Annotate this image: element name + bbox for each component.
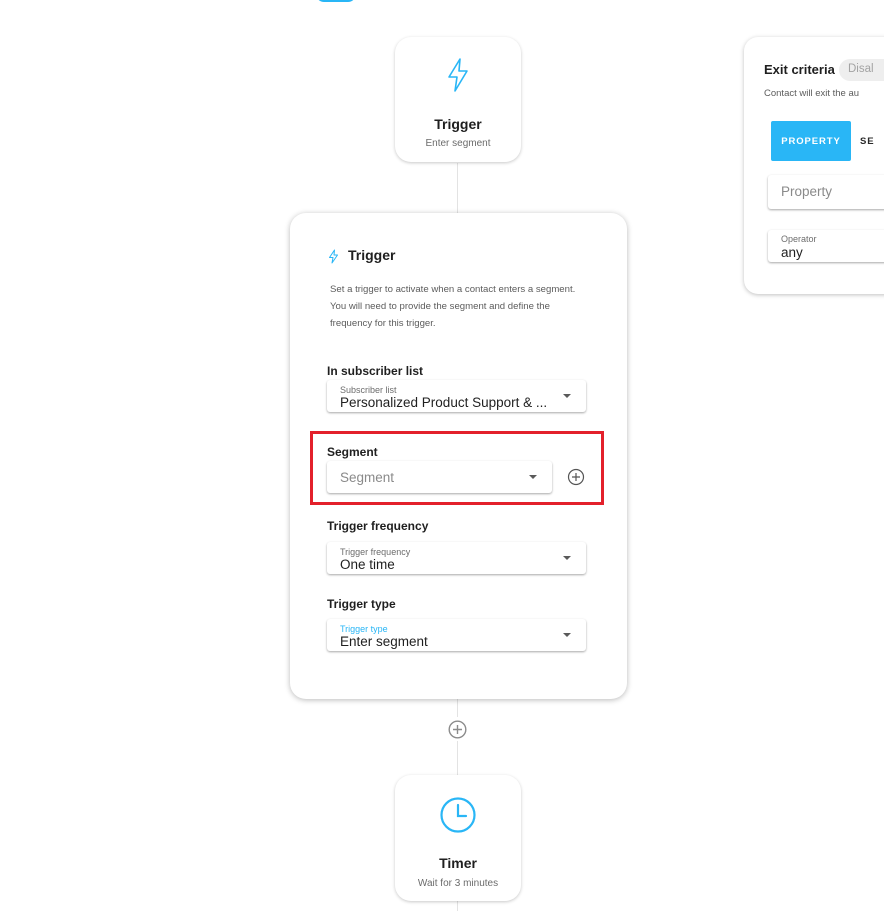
tab-property[interactable]: PROPERTY — [771, 121, 851, 161]
add-step-button[interactable] — [448, 720, 467, 744]
trigger-type-value: Enter segment — [340, 634, 428, 649]
status-badge-label: Disal — [848, 63, 874, 75]
trigger-type-section-label: Trigger type — [327, 597, 396, 611]
panel-title: Trigger — [348, 247, 396, 263]
trigger-type-field-label: Trigger type — [340, 624, 388, 634]
timer-node[interactable]: Timer Wait for 3 minutes — [395, 775, 521, 901]
subscriber-list-select[interactable]: Subscriber list Personalized Product Sup… — [327, 380, 586, 412]
exit-criteria-description: Contact will exit the au — [764, 88, 860, 99]
lightning-icon — [328, 249, 339, 269]
trigger-type-select[interactable]: Trigger type Enter segment — [327, 619, 586, 651]
trigger-node-subtitle: Enter segment — [425, 138, 491, 149]
connector-line — [457, 741, 458, 775]
trigger-frequency-value: One time — [340, 557, 395, 572]
previous-node-stub — [316, 0, 356, 2]
trigger-frequency-section-label: Trigger frequency — [327, 519, 429, 533]
trigger-node-title: Trigger — [434, 116, 482, 132]
trigger-node[interactable]: Trigger Enter segment — [395, 37, 521, 162]
operator-label: Operator — [781, 234, 817, 244]
tab-segment[interactable]: SE — [860, 136, 874, 147]
add-circle-icon — [448, 720, 467, 739]
operator-select[interactable]: Operator any — [768, 230, 884, 262]
connector-line — [457, 901, 458, 911]
trigger-frequency-field-label: Trigger frequency — [340, 547, 411, 557]
segment-select[interactable]: Segment — [327, 461, 552, 493]
segment-placeholder: Segment — [340, 470, 395, 485]
clock-icon — [439, 796, 477, 839]
subscriber-list-field-label: Subscriber list — [340, 385, 397, 395]
trigger-frequency-select[interactable]: Trigger frequency One time — [327, 542, 586, 574]
caret-down-icon — [563, 633, 571, 637]
connector-line — [457, 163, 458, 213]
timer-node-subtitle: Wait for 3 minutes — [417, 878, 499, 889]
exit-criteria-title: Exit criteria — [764, 62, 835, 77]
property-input[interactable]: Property — [768, 175, 884, 209]
caret-down-icon — [563, 394, 571, 398]
operator-value: any — [781, 245, 803, 260]
property-placeholder: Property — [781, 184, 833, 199]
panel-description: Set a trigger to activate when a contact… — [330, 284, 576, 329]
timer-node-title: Timer — [439, 855, 477, 871]
caret-down-icon — [529, 475, 537, 479]
connector-line — [457, 699, 458, 717]
caret-down-icon — [563, 556, 571, 560]
lightning-icon — [445, 57, 471, 98]
segment-section-label: Segment — [327, 445, 378, 459]
subscriber-list-section-label: In subscriber list — [327, 364, 424, 378]
add-circle-icon — [567, 468, 585, 486]
status-badge[interactable]: Disal — [839, 59, 884, 81]
subscriber-list-value: Personalized Product Support & ... — [340, 395, 548, 410]
add-segment-button[interactable] — [567, 468, 585, 491]
